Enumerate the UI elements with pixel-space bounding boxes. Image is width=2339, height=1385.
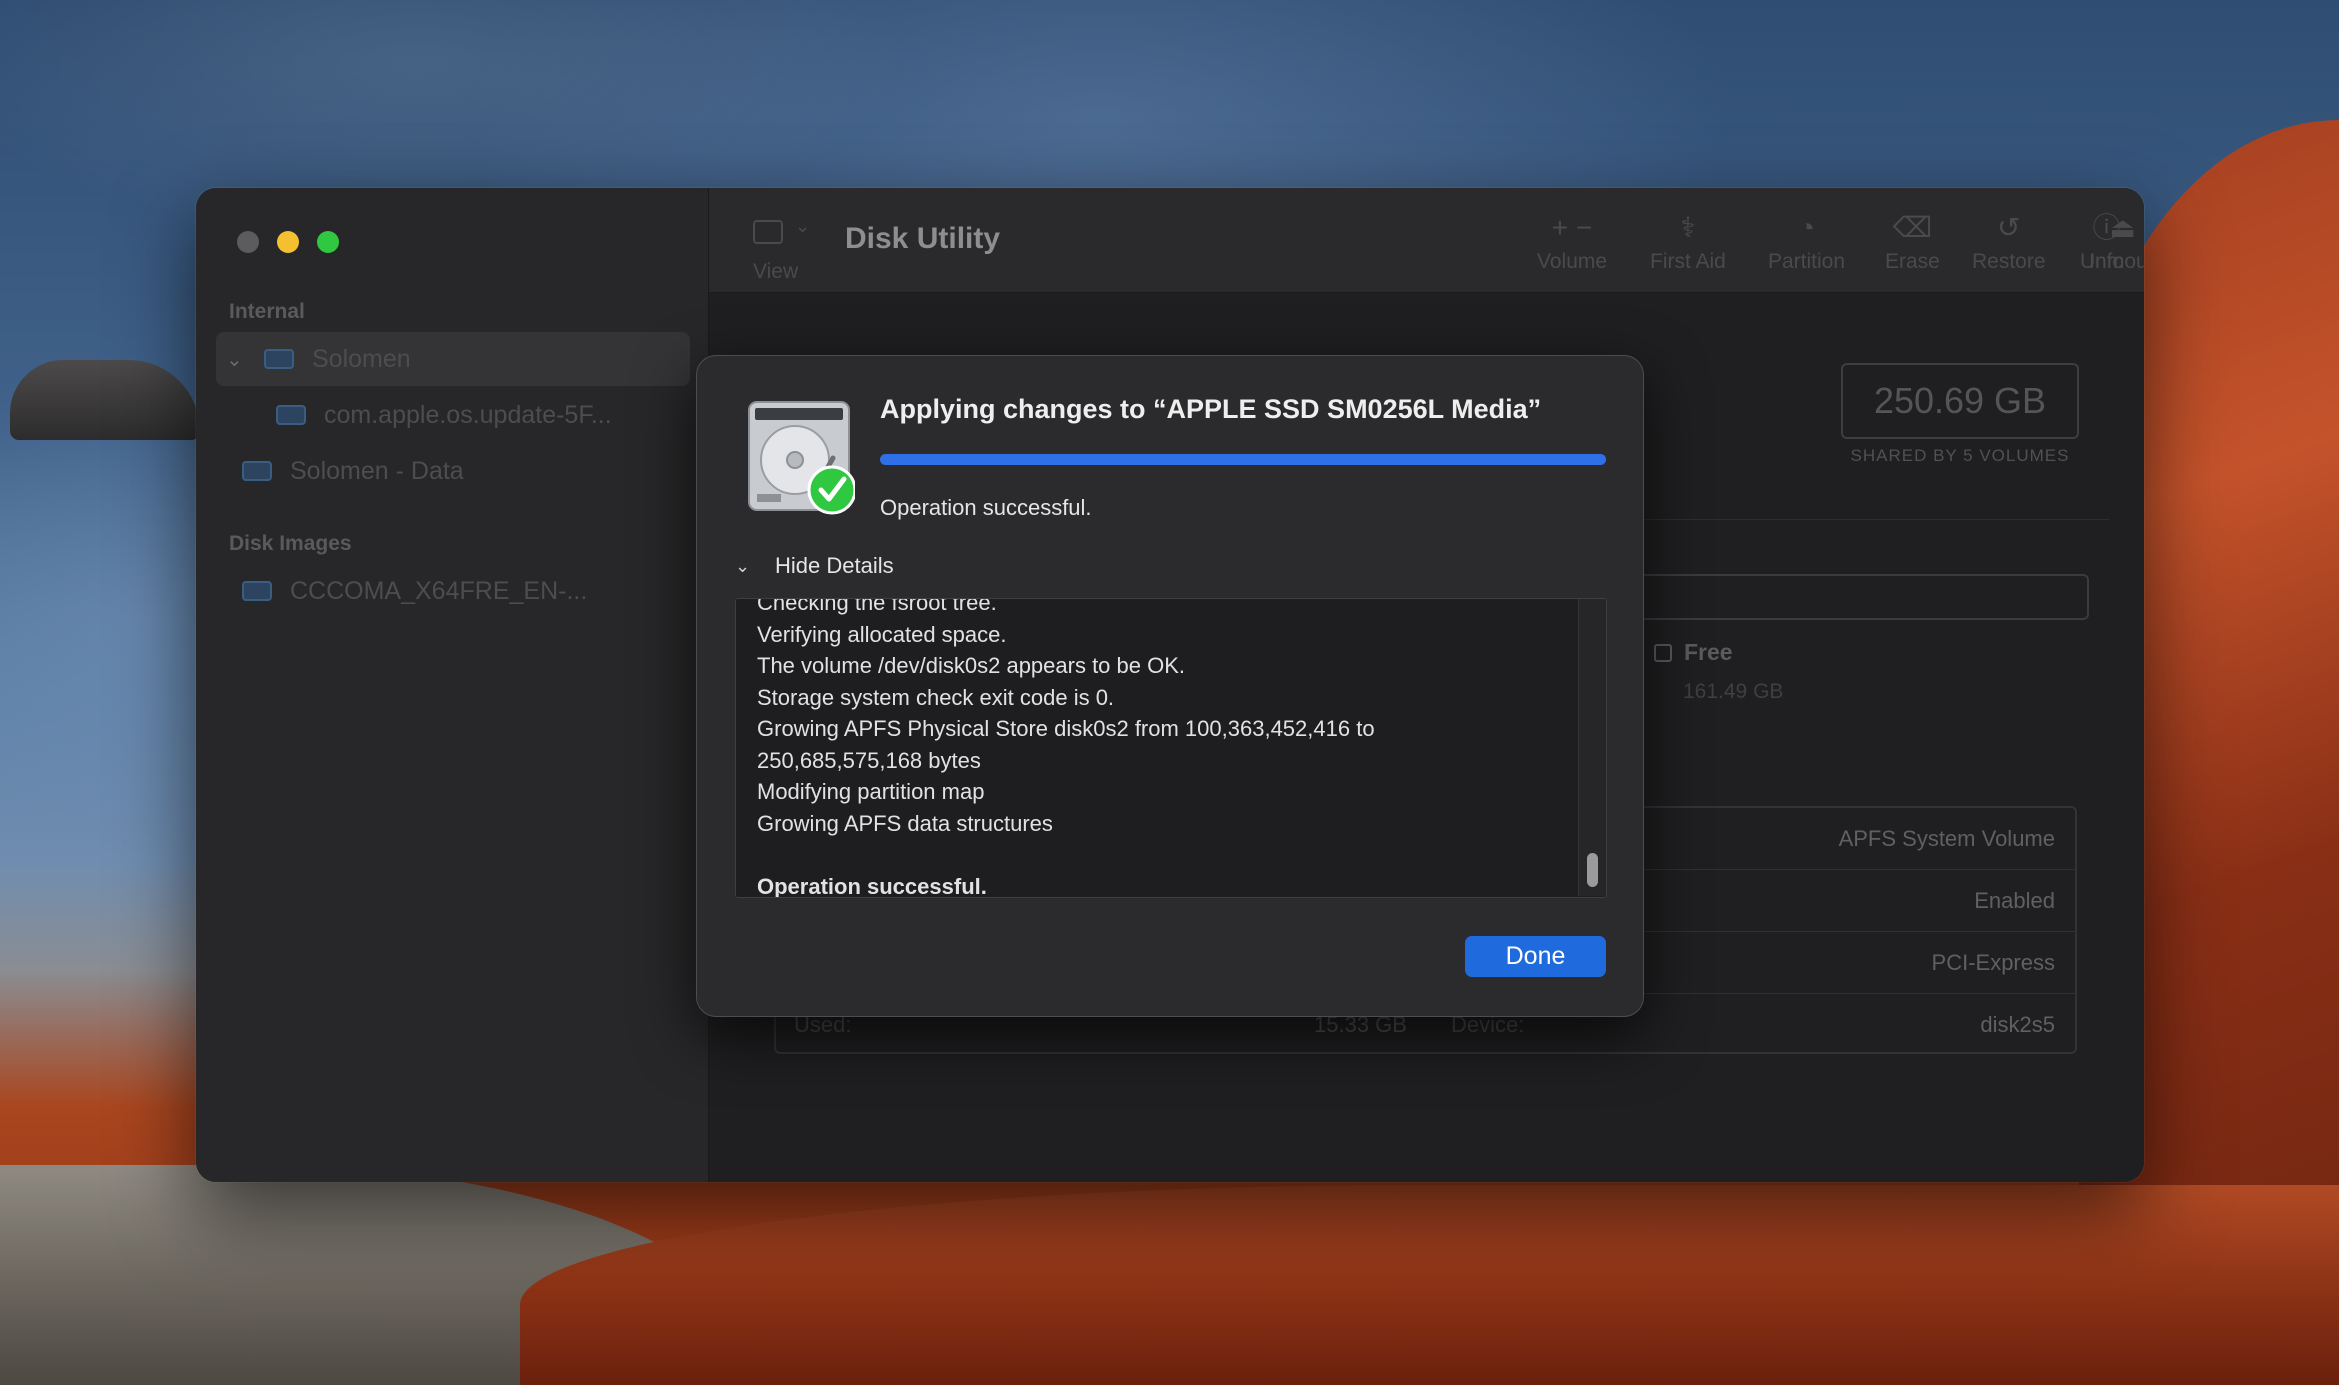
chevron-down-icon[interactable]: ⌄ — [795, 216, 810, 237]
log-line: Modifying partition map — [757, 779, 985, 804]
log-line: 250,685,575,168 bytes — [757, 747, 981, 773]
log-line: Checking the fsroot tree. — [757, 598, 997, 615]
free-label: Free — [1684, 639, 1733, 665]
sidebar-item-update-volume[interactable]: com.apple.os.update-5F... — [260, 388, 612, 442]
log-line: Verifying allocated space. — [757, 621, 1007, 647]
scrollbar[interactable] — [1578, 599, 1606, 896]
first-aid-button[interactable]: ⚕ First Aid — [1650, 210, 1726, 274]
disk-icon — [242, 461, 272, 481]
info-value: PCI-Express — [1931, 950, 2055, 975]
sidebar-section-internal: Internal — [229, 300, 305, 323]
details-log[interactable]: Checking the fsroot tree. Verifying alloc… — [735, 598, 1607, 898]
window-title: Disk Utility — [845, 222, 1001, 255]
scrollbar-thumb[interactable] — [1587, 853, 1598, 887]
details-toggle-label: Hide Details — [775, 553, 894, 578]
log-text: Checking the fsroot tree. Verifying alloc… — [757, 598, 1557, 898]
sidebar-item-solomen-data[interactable]: Solomen - Data — [226, 444, 464, 498]
disk-icon — [242, 581, 272, 601]
chevron-down-icon[interactable]: ⌄ — [226, 347, 248, 372]
sidebar-item-disk-image[interactable]: CCCOMA_X64FRE_EN-... — [226, 564, 587, 618]
sidebar: Internal ⌄ Solomen com.apple.os.update-5… — [196, 188, 709, 1182]
partition-button[interactable]: ◔ Partition — [1768, 210, 1845, 274]
log-line: Storage system check exit code is 0. — [757, 684, 1115, 710]
progress-fill — [880, 454, 1606, 465]
usage-bar — [1639, 574, 2089, 620]
dialog-title: Applying changes to “APPLE SSD SM0256L M… — [880, 394, 1542, 424]
sidebar-item-label: Solomen — [312, 344, 411, 373]
sidebar-item-label: Solomen - Data — [290, 456, 464, 485]
log-line: The volume /dev/disk0s2 appears to be OK… — [757, 653, 1186, 678]
info-label: Info — [2089, 250, 2125, 273]
log-line: Operation successful. — [757, 873, 987, 898]
restore-icon: ↺ — [1997, 212, 2021, 243]
log-line: Growing APFS data structures — [757, 810, 1053, 836]
zoom-button[interactable] — [317, 231, 339, 253]
volume-button[interactable]: + − Volume — [1537, 210, 1607, 274]
sidebar-item-solomen[interactable]: ⌄ Solomen — [216, 332, 690, 386]
free-value: 161.49 GB — [1683, 680, 1784, 703]
done-button[interactable]: Done — [1465, 936, 1606, 977]
toolbar: ⌄ View Disk Utility + − Volume ⚕ First A… — [709, 188, 2144, 293]
sidebar-section-disk-images: Disk Images — [229, 532, 352, 555]
restore-label: Restore — [1972, 250, 2046, 273]
capacity-value: 250.69 GB — [1841, 363, 2079, 439]
erase-button[interactable]: ⌫ Erase — [1885, 210, 1940, 274]
device-value: disk2s5 — [1980, 1012, 2055, 1037]
chevron-down-icon: ⌄ — [735, 555, 751, 576]
sidebar-toggle-icon[interactable] — [753, 220, 783, 244]
restore-button[interactable]: ↺ Restore — [1972, 210, 2046, 274]
status-text: Operation successful. — [880, 495, 1092, 520]
plus-minus-icon: + − — [1551, 212, 1593, 243]
progress-bar — [880, 454, 1606, 465]
info-value: Enabled — [1974, 888, 2055, 913]
sidebar-item-label: com.apple.os.update-5F... — [324, 400, 612, 429]
first-aid-label: First Aid — [1650, 250, 1726, 273]
disk-icon — [264, 349, 294, 369]
log-line: Growing APFS Physical Store disk0s2 from… — [757, 716, 1375, 741]
sidebar-item-label: CCCOMA_X64FRE_EN-... — [290, 576, 588, 605]
capacity-subtitle: SHARED BY 5 VOLUMES — [1850, 446, 2070, 465]
pie-icon: ◔ — [1798, 212, 1815, 243]
partition-label: Partition — [1768, 250, 1846, 273]
volume-label: Volume — [1537, 250, 1608, 273]
hard-drive-icon — [748, 401, 855, 515]
info-button[interactable]: ⓘ Info — [2089, 210, 2124, 274]
stethoscope-icon: ⚕ — [1680, 212, 1696, 243]
apply-changes-dialog: Applying changes to “APPLE SSD SM0256L M… — [696, 355, 1644, 1017]
view-label: View — [753, 260, 799, 283]
close-button[interactable] — [237, 231, 259, 253]
disk-icon — [276, 405, 306, 425]
hide-details-toggle[interactable]: ⌄ Hide Details — [735, 553, 894, 579]
erase-label: Erase — [1885, 250, 1940, 273]
view-menu-button[interactable]: View — [753, 256, 798, 284]
info-value: APFS System Volume — [1838, 826, 2055, 851]
info-icon: ⓘ — [2092, 212, 2121, 243]
minimize-button[interactable] — [277, 231, 299, 253]
free-legend-swatch — [1654, 644, 1672, 662]
eraser-icon: ⌫ — [1892, 212, 1933, 243]
